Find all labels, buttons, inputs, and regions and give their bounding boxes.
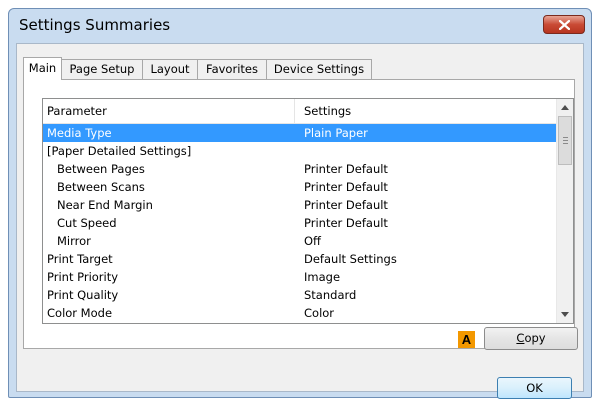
row-parameter: Mirror — [57, 234, 91, 248]
tab-panel-main: Parameter Settings Media Type Plain Pape… — [23, 79, 578, 350]
row-parameter: Color Mode — [47, 306, 113, 320]
close-button[interactable] — [543, 15, 585, 34]
settings-summaries-dialog: Settings Summaries Main Page Setup Layou… — [8, 8, 592, 399]
column-header-settings[interactable]: Settings — [304, 104, 351, 118]
list-item[interactable]: Cut Speed Printer Default — [43, 214, 556, 232]
list-header: Parameter Settings — [43, 99, 556, 124]
title-bar[interactable]: Settings Summaries — [9, 9, 591, 43]
row-parameter: Near End Margin — [57, 198, 153, 212]
list-item[interactable]: Print Priority Image — [43, 268, 556, 286]
row-setting: Plain Paper — [304, 126, 368, 140]
copy-label: opy — [524, 331, 546, 345]
thumb-grip-icon — [563, 140, 568, 141]
scroll-up-arrow-icon — [561, 105, 569, 110]
list-rows: Media Type Plain Paper [Paper Detailed S… — [43, 124, 556, 322]
row-parameter: [Paper Detailed Settings] — [47, 144, 192, 158]
row-parameter: Media Type — [47, 126, 112, 140]
scroll-up-button[interactable] — [557, 99, 573, 116]
row-setting: Printer Default — [304, 162, 388, 176]
vertical-scrollbar[interactable] — [556, 99, 573, 323]
row-setting: Image — [304, 270, 341, 284]
column-divider[interactable] — [294, 99, 295, 123]
thumb-grip-icon — [563, 137, 568, 138]
row-setting: Printer Default — [304, 216, 388, 230]
thumb-grip-icon — [563, 143, 568, 144]
row-parameter: Print Priority — [47, 270, 119, 284]
scroll-thumb[interactable] — [558, 116, 572, 165]
row-parameter: Cut Speed — [57, 216, 117, 230]
tab-layout[interactable]: Layout — [142, 59, 198, 79]
dialog-body: Main Page Setup Layout Favorites Device … — [16, 43, 584, 399]
list-item[interactable]: Between Pages Printer Default — [43, 160, 556, 178]
row-setting: Printer Default — [304, 180, 388, 194]
list-item[interactable]: Print Target Default Settings — [43, 250, 556, 268]
scroll-down-arrow-icon — [561, 312, 569, 317]
tab-main[interactable]: Main — [23, 57, 62, 80]
row-setting: Standard — [304, 288, 357, 302]
row-setting: Off — [304, 234, 321, 248]
copy-button[interactable]: Copy — [484, 327, 578, 350]
column-header-parameter[interactable]: Parameter — [47, 104, 107, 118]
tab-device-settings[interactable]: Device Settings — [266, 59, 372, 79]
list-item[interactable]: Print Quality Standard — [43, 286, 556, 304]
settings-list[interactable]: Parameter Settings Media Type Plain Pape… — [42, 98, 574, 324]
ok-button[interactable]: OK — [497, 377, 572, 399]
close-x-icon — [559, 20, 570, 30]
annotation-badge: A — [458, 331, 475, 348]
row-parameter: Between Pages — [57, 162, 145, 176]
list-item[interactable]: Color Mode Color — [43, 304, 556, 322]
row-setting: Default Settings — [304, 252, 397, 266]
dialog-title: Settings Summaries — [19, 16, 171, 34]
list-item[interactable]: [Paper Detailed Settings] — [43, 142, 556, 160]
row-parameter: Between Scans — [57, 180, 145, 194]
row-setting: Color — [304, 306, 335, 320]
list-item[interactable]: Mirror Off — [43, 232, 556, 250]
row-parameter: Print Quality — [47, 288, 119, 302]
list-item[interactable]: Between Scans Printer Default — [43, 178, 556, 196]
list-item[interactable]: Near End Margin Printer Default — [43, 196, 556, 214]
row-parameter: Print Target — [47, 252, 113, 266]
tab-favorites[interactable]: Favorites — [197, 59, 267, 79]
scroll-down-button[interactable] — [557, 306, 573, 323]
list-item[interactable]: Media Type Plain Paper — [43, 124, 556, 142]
row-setting: Printer Default — [304, 198, 388, 212]
tab-page-setup[interactable]: Page Setup — [61, 59, 143, 79]
